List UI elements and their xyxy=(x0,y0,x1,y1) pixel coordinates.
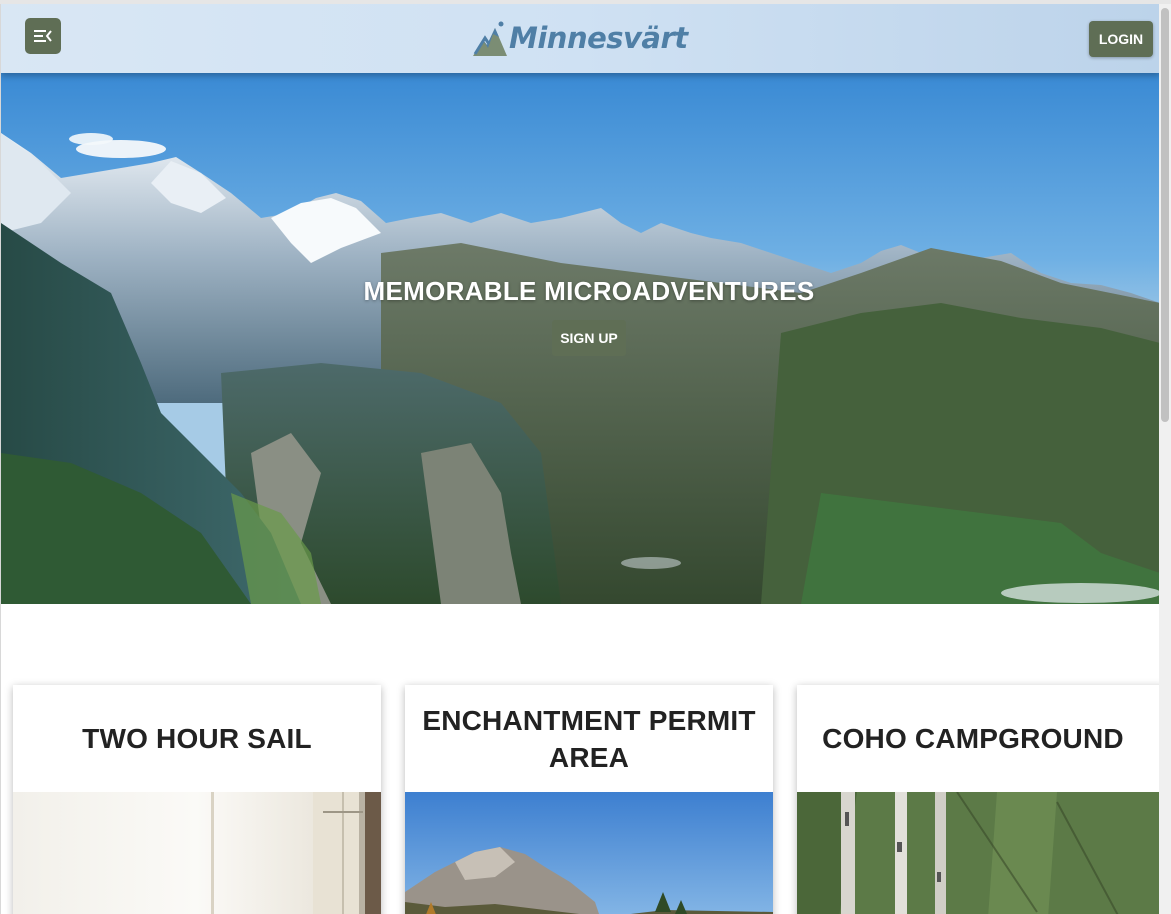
adventure-card[interactable]: COHO CAMPGROUND xyxy=(797,685,1159,914)
menu-toggle-button[interactable] xyxy=(25,18,61,54)
mountain-logo-icon xyxy=(473,21,507,56)
vertical-scrollbar[interactable] xyxy=(1159,4,1171,914)
alpine-peak-image xyxy=(405,792,773,914)
card-title: TWO HOUR SAIL xyxy=(82,723,312,754)
login-button[interactable]: LOGIN xyxy=(1089,21,1153,57)
adventure-card[interactable]: ENCHANTMENT PERMIT AREA xyxy=(405,685,773,914)
logo-wordmark: Minnesvärt xyxy=(509,21,688,55)
brand-logo[interactable]: Minnesvärt xyxy=(473,16,688,58)
forest-image xyxy=(797,792,1159,914)
sailboat-image xyxy=(13,792,381,914)
menu-collapse-icon xyxy=(34,30,52,42)
scrollbar-thumb[interactable] xyxy=(1161,8,1169,422)
card-title: COHO CAMPGROUND xyxy=(822,723,1124,754)
signup-button[interactable]: SIGN UP xyxy=(552,320,626,356)
hero-banner: MEMORABLE MICROADVENTURES SIGN UP xyxy=(1,73,1159,604)
adventure-card[interactable]: TWO HOUR SAIL xyxy=(13,685,381,914)
page-viewport: Minnesvärt LOGIN MEMORABLE MICROADVENTUR… xyxy=(0,4,1159,914)
card-title: ENCHANTMENT PERMIT AREA xyxy=(422,704,756,773)
hero-title: MEMORABLE MICROADVENTURES xyxy=(363,276,815,306)
top-navbar: Minnesvärt LOGIN xyxy=(1,4,1159,73)
